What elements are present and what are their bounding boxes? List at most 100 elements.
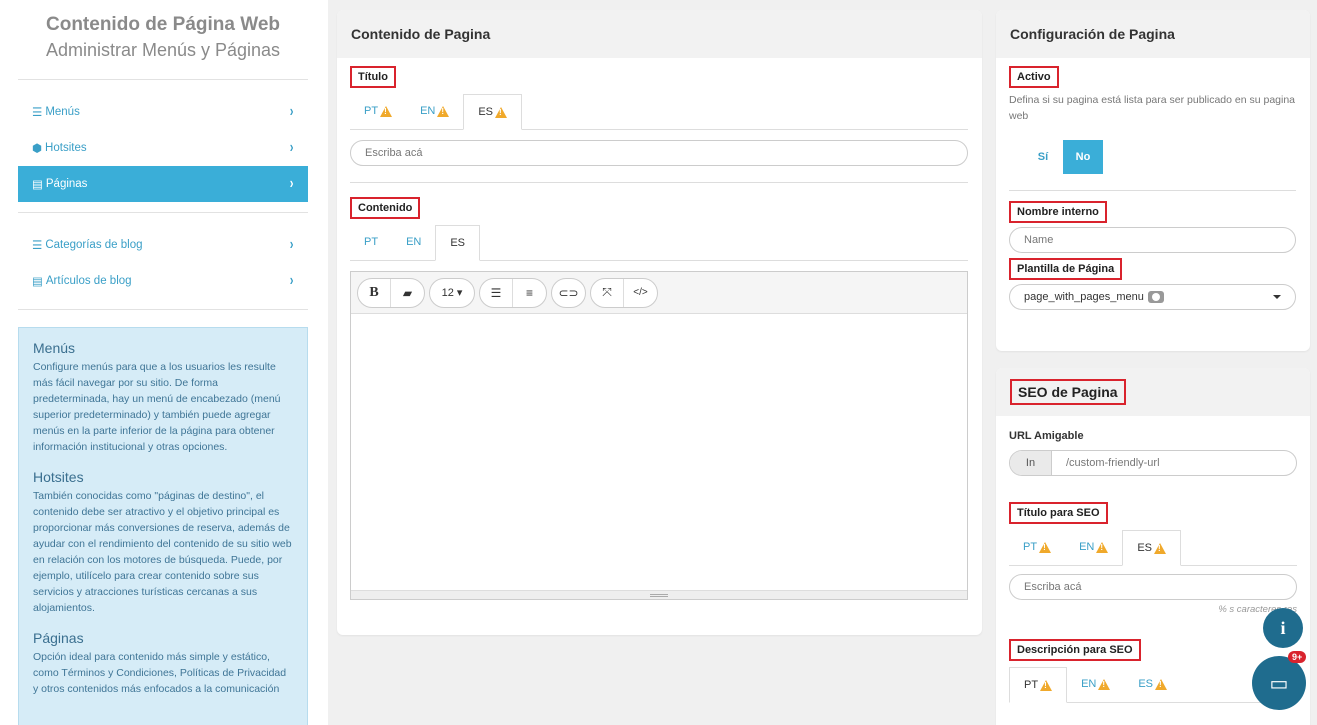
yes-button[interactable]: Sí [1023, 140, 1063, 174]
active-description: Defina si su pagina está lista para ser … [1009, 94, 1296, 122]
seo-header: SEO de Pagina [1010, 379, 1126, 405]
warning-icon [1155, 678, 1168, 690]
list-icon: ☰ [32, 107, 43, 119]
sidebar-subtitle: Administrar Menús y Páginas [45, 40, 281, 60]
warning-icon [380, 105, 393, 117]
tab-pt[interactable]: PT [350, 224, 392, 260]
warning-icon [495, 106, 508, 118]
sidebar-item-label: Categorías de blog [45, 239, 143, 251]
info-heading: Menús [33, 340, 76, 356]
info-heading: Páginas [33, 630, 84, 646]
title-label: Título [350, 66, 396, 88]
warning-icon [1040, 679, 1053, 691]
editor-body[interactable] [351, 314, 967, 590]
card-header: Contenido de Pagina [337, 10, 982, 58]
friendly-url-field: In /custom-friendly-url [1009, 450, 1297, 476]
warning-icon [1096, 541, 1109, 553]
warning-icon [1039, 541, 1052, 553]
chat-badge: 9+ [1288, 651, 1307, 663]
warning-icon [1154, 542, 1167, 554]
tab-en[interactable]: EN [406, 93, 463, 129]
active-label: Activo [1009, 66, 1059, 88]
content-lang-tabs: PT EN ES [350, 225, 968, 261]
chevron-down-icon [1273, 295, 1281, 299]
url-input[interactable]: /custom-friendly-url [1052, 451, 1296, 475]
tab-pt[interactable]: PT [1009, 529, 1065, 565]
info-icon[interactable]: i [1263, 608, 1303, 648]
seo-title-input[interactable]: Escriba acá [1009, 574, 1297, 600]
sidebar-item-hotsites[interactable]: ⬢ Hotsites › [18, 130, 308, 166]
sidebar-info-panel: Menús Configure menús para que a los usu… [18, 327, 308, 725]
chevron-right-icon: › [289, 272, 294, 289]
sidebar-item-label: Artículos de blog [45, 275, 132, 287]
ordered-list-icon[interactable]: ≡ [513, 279, 546, 307]
chat-icon[interactable]: ▭ [1252, 656, 1306, 710]
url-label: URL Amigable [1009, 430, 1084, 442]
content-label: Contenido [350, 197, 421, 219]
file-icon: ▤ [32, 179, 43, 191]
tab-es[interactable]: ES [1122, 530, 1182, 566]
bullet-list-icon[interactable]: ☰ [480, 278, 513, 307]
editor-toolbar: B ▰ 12 ▾ ☰ ≡ ⊂⊃ ⤧ </> [351, 272, 967, 314]
template-label: Plantilla de Página [1009, 258, 1123, 280]
sidebar-header: Contenido de Página Web Administrar Menú… [18, 0, 308, 80]
sidebar: Contenido de Página Web Administrar Menú… [0, 0, 328, 725]
title-lang-tabs: PT EN ES [350, 94, 968, 130]
fullscreen-icon[interactable]: ⤧ [591, 278, 624, 307]
sidebar-item-blog-categories[interactable]: ☰ Categorías de blog › [18, 227, 308, 263]
rich-text-editor: B ▰ 12 ▾ ☰ ≡ ⊂⊃ ⤧ </> [350, 271, 968, 600]
sidebar-item-label: Menús [45, 106, 80, 118]
seo-description-label: Descripción para SEO [1009, 639, 1141, 661]
info-heading: Hotsites [33, 469, 84, 485]
tab-pt[interactable]: PT [1009, 667, 1068, 703]
warning-icon [1098, 678, 1111, 690]
list-icon: ☰ [32, 240, 43, 252]
sidebar-item-label: Páginas [45, 178, 88, 190]
sidebar-title: Contenido de Página Web [46, 14, 280, 35]
link-icon[interactable]: ⊂⊃ [552, 279, 585, 307]
internal-name-label: Nombre interno [1009, 201, 1107, 223]
tab-es[interactable]: ES [435, 225, 481, 261]
tab-en[interactable]: EN [1067, 666, 1124, 702]
chevron-right-icon: › [289, 175, 294, 192]
tab-es[interactable]: ES [1124, 666, 1181, 702]
warning-icon [437, 105, 450, 117]
tab-en[interactable]: EN [1065, 529, 1122, 565]
chars-remaining: % s caracteres res [1218, 604, 1297, 615]
url-prefix: In [1010, 451, 1052, 475]
font-size-dropdown[interactable]: 12 ▾ [430, 279, 474, 307]
sidebar-item-menus[interactable]: ☰ Menús › [18, 94, 308, 130]
editor-resize-handle[interactable] [351, 590, 967, 599]
sidebar-item-paginas[interactable]: ▤ Páginas › [18, 166, 308, 202]
file-icon: ▤ [32, 276, 43, 288]
bold-icon[interactable]: B [358, 278, 391, 307]
tab-pt[interactable]: PT [350, 93, 406, 129]
title-input[interactable]: Escriba acá [350, 140, 968, 166]
cubes-icon: ⬢ [32, 143, 43, 155]
chevron-right-icon: › [289, 236, 294, 253]
info-text: También conocidas como "páginas de desti… [33, 490, 292, 614]
tag-icon [1147, 291, 1164, 304]
sidebar-blog-group: ☰ Categorías de blog › ▤ Artículos de blog… [18, 213, 308, 310]
sidebar-nav-group: ☰ Menús › ⬢ Hotsites › ▤ Páginas › [18, 80, 308, 213]
chevron-right-icon: › [289, 103, 294, 120]
sidebar-item-label: Hotsites [45, 142, 87, 154]
card-header: Configuración de Pagina [996, 10, 1310, 58]
sidebar-item-blog-articles[interactable]: ▤ Artículos de blog › [18, 263, 308, 299]
seo-title-label: Título para SEO [1009, 502, 1108, 524]
template-select[interactable]: page_with_pages_menu [1009, 284, 1296, 310]
info-text: Opción ideal para contenido más simple y… [33, 651, 287, 695]
eraser-icon[interactable]: ▰ [391, 279, 424, 307]
seo-title-lang-tabs: PT EN ES [1009, 530, 1297, 566]
chevron-right-icon: › [289, 139, 294, 156]
tab-en[interactable]: EN [392, 224, 435, 260]
page-content-card: Contenido de Pagina Título PT EN ES Escr… [337, 10, 982, 635]
no-button[interactable]: No [1063, 140, 1103, 174]
active-toggle: Sí No [1023, 140, 1296, 174]
code-view-icon[interactable]: </> [624, 279, 657, 307]
tab-es[interactable]: ES [463, 94, 523, 130]
card-header: SEO de Pagina [996, 368, 1310, 416]
internal-name-input[interactable]: Name [1009, 227, 1296, 253]
page-config-card: Configuración de Pagina Activo Defina si… [996, 10, 1310, 351]
info-text: Configure menús para que a los usuarios … [33, 361, 281, 453]
